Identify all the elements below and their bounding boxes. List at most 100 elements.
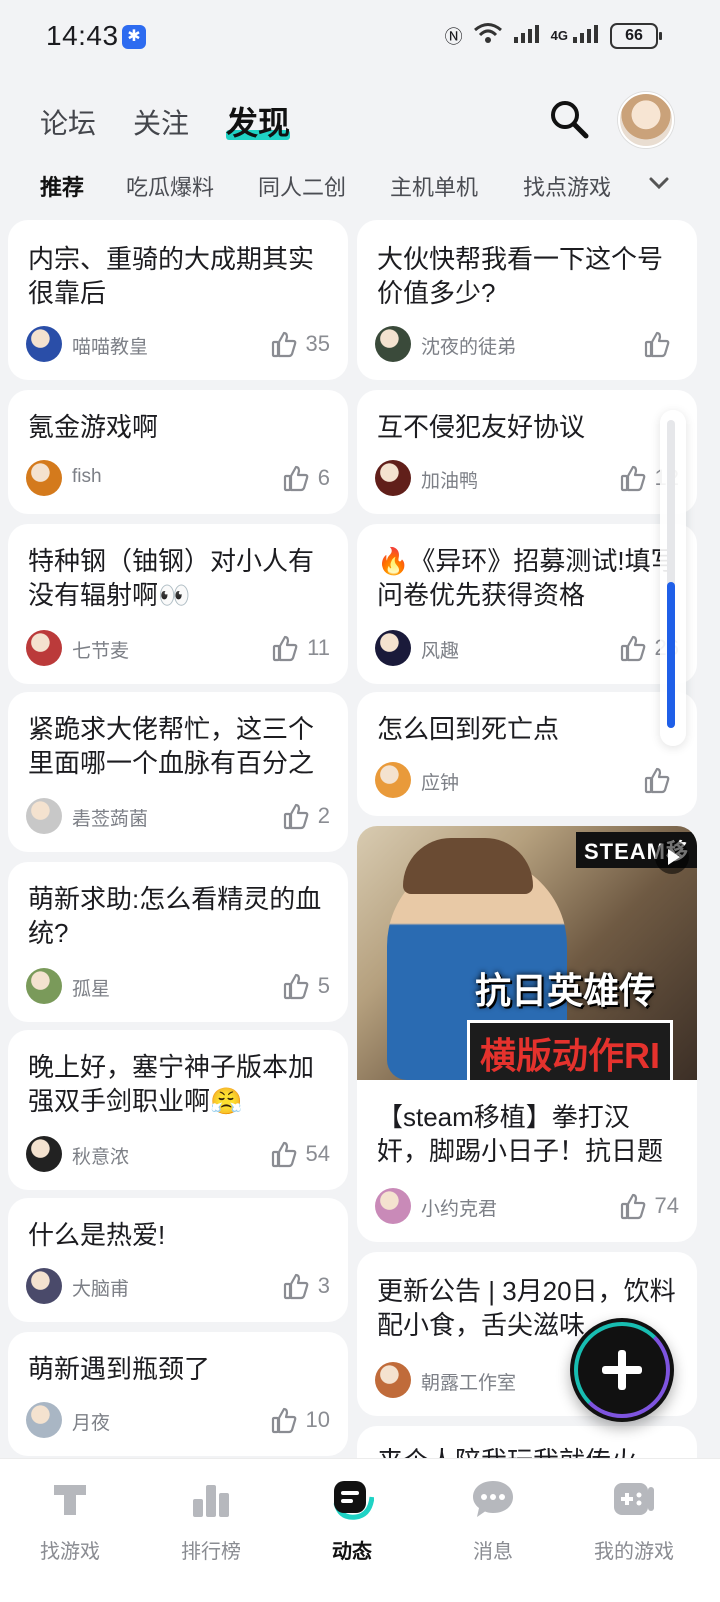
like-button[interactable]: 2 [282,800,330,832]
author-avatar[interactable] [26,1268,62,1304]
post-card[interactable]: 特种钢（铀钢）对小人有没有辐射啊👀 七节麦 11 [8,524,348,684]
author-avatar[interactable] [26,798,62,834]
author-name[interactable]: 孤星 [72,974,110,1001]
like-count: 54 [305,1141,330,1166]
nav-messages[interactable]: 消息 [433,1477,553,1564]
tab-discover[interactable]: 发现 [226,98,291,144]
author-name[interactable]: 大脑甫 [72,1274,129,1301]
scroll-indicator[interactable] [660,410,686,746]
post-card[interactable]: 什么是热爱! 大脑甫 3 [8,1198,348,1322]
like-icon [620,465,645,492]
tab-follow[interactable]: 关注 [133,102,189,142]
post-card[interactable]: 怎么回到死亡点应钟 [357,692,697,816]
author-avatar[interactable] [26,968,62,1004]
author-avatar[interactable] [26,1402,62,1438]
nav-feed[interactable]: 动态 [292,1477,412,1564]
status-bar: 14:43 ✱ Ⓝ 4G 66 [0,0,720,76]
like-button[interactable] [643,328,679,360]
like-button[interactable] [643,764,679,796]
like-count: 3 [317,1273,330,1298]
post-card[interactable]: 内宗、重骑的大成期其实很靠后 喵喵教皇 35 [8,220,348,380]
like-count: 10 [305,1407,330,1432]
author-avatar[interactable] [26,630,62,666]
author-name[interactable]: 砉莶蒟菌 [72,804,148,831]
nav-ranking[interactable]: 排行榜 [151,1477,271,1564]
subtab-recommend[interactable]: 推荐 [40,170,84,202]
my-games-icon [614,1483,654,1515]
author-name[interactable]: 七节麦 [72,636,129,663]
subtab-console[interactable]: 主机单机 [390,170,478,202]
subtab-gossip[interactable]: 吃瓜爆料 [126,170,214,202]
author-avatar[interactable] [26,460,62,496]
network-type: 4G [550,28,568,43]
author-avatar[interactable] [375,460,411,496]
ranking-icon [193,1485,229,1517]
author-name[interactable]: 沈夜的徒弟 [421,332,516,359]
author-name[interactable]: 加油鸭 [421,466,478,493]
subtab-find-games[interactable]: 找点游戏 [523,170,611,202]
post-title: 怎么回到死亡点 [377,714,560,744]
author-name[interactable]: 风趣 [421,636,459,663]
like-button[interactable]: 74 [619,1190,679,1222]
like-button[interactable]: 3 [282,1270,330,1302]
post-meta: fish 6 [26,460,330,496]
author-avatar[interactable] [375,1188,411,1224]
post-title: 互不侵犯友好协议 [377,412,586,442]
post-cover-image[interactable]: STEAM移 抗日英雄传 横版动作RI [357,826,697,1080]
like-icon [283,465,309,492]
like-count: 35 [305,331,330,356]
author-name[interactable]: 应钟 [421,768,459,795]
nav-find-game[interactable]: 找游戏 [10,1477,130,1564]
author-name[interactable]: 月夜 [72,1408,110,1435]
nav-my-games[interactable]: 我的游戏 [574,1477,694,1564]
author-avatar[interactable] [26,326,62,362]
author-name[interactable]: fish [72,466,102,488]
like-button[interactable]: 5 [282,970,330,1002]
author-avatar[interactable] [375,630,411,666]
author-avatar[interactable] [26,1136,62,1172]
author-name[interactable]: 朝露工作室 [421,1368,516,1395]
post-card[interactable]: 萌新求助:怎么看精灵的血统? 孤星 5 [8,862,348,1022]
post-card[interactable]: 晚上好，塞宁神子版本加强双手剑职业啊😤 秋意浓 54 [8,1030,348,1190]
post-card[interactable]: 紧跪求大佬帮忙，这三个里面哪一个血脉有百分之砉莶蒟菌 2 [8,692,348,852]
author-name[interactable]: 秋意浓 [72,1142,129,1169]
like-icon [271,331,296,358]
author-avatar[interactable] [375,1362,411,1398]
post-card[interactable]: STEAM移 抗日英雄传 横版动作RI 【steam移植】拳打汉奸，脚踢小日子！抗日题… [357,826,697,1242]
search-button[interactable] [548,98,590,140]
feed-icon [333,1481,374,1520]
like-button[interactable]: 6 [282,462,330,494]
like-button[interactable]: 54 [270,1138,330,1170]
status-icons: Ⓝ 4G 66 [445,22,662,49]
post-title: 萌新遇到瓶颈了 [28,1354,211,1384]
post-card[interactable]: 🔥《异环》招募测试!填写问卷优先获得资格风趣26 [357,524,697,684]
post-card[interactable]: 氪金游戏啊 fish 6 [8,390,348,514]
nav-label: 消息 [473,1541,513,1563]
bottom-nav: 找游戏 排行榜 动态 消息 我的游戏 [0,1458,720,1602]
like-icon [644,767,670,794]
post-card[interactable]: 大伙快帮我看一下这个号价值多少? 沈夜的徒弟 [357,220,697,380]
post-card[interactable]: 互不侵犯友好协议加油鸭12 [357,390,697,514]
scroll-thumb[interactable] [667,582,675,728]
author-name[interactable]: 喵喵教皇 [72,332,148,359]
post-title: 🔥《异环》招募测试!填写问卷优先获得资格 [377,546,677,610]
play-icon[interactable] [655,840,689,874]
create-post-button[interactable] [570,1318,674,1422]
like-icon [620,635,645,662]
post-title: 紧跪求大佬帮忙，这三个里面哪一个血脉有百分之 [28,714,315,778]
like-button[interactable]: 10 [270,1404,330,1436]
post-card[interactable]: 萌新遇到瓶颈了月夜 10 [8,1332,348,1456]
author-avatar[interactable] [375,762,411,798]
post-title: 氪金游戏啊 [28,412,159,442]
like-button[interactable]: 11 [271,632,330,664]
profile-avatar[interactable] [618,92,674,148]
like-button[interactable]: 35 [270,328,330,360]
tab-forum[interactable]: 论坛 [40,102,96,142]
author-avatar[interactable] [375,326,411,362]
post-title: 【steam移植】拳打汉奸，脚踢小日子！抗日题 [377,1102,664,1166]
like-icon [283,973,309,1000]
expand-tabs-button[interactable] [644,168,674,198]
author-name[interactable]: 小约克君 [421,1194,497,1221]
subtab-fanart[interactable]: 同人二创 [258,170,346,202]
post-title: 萌新求助:怎么看精灵的血统? [28,884,322,948]
